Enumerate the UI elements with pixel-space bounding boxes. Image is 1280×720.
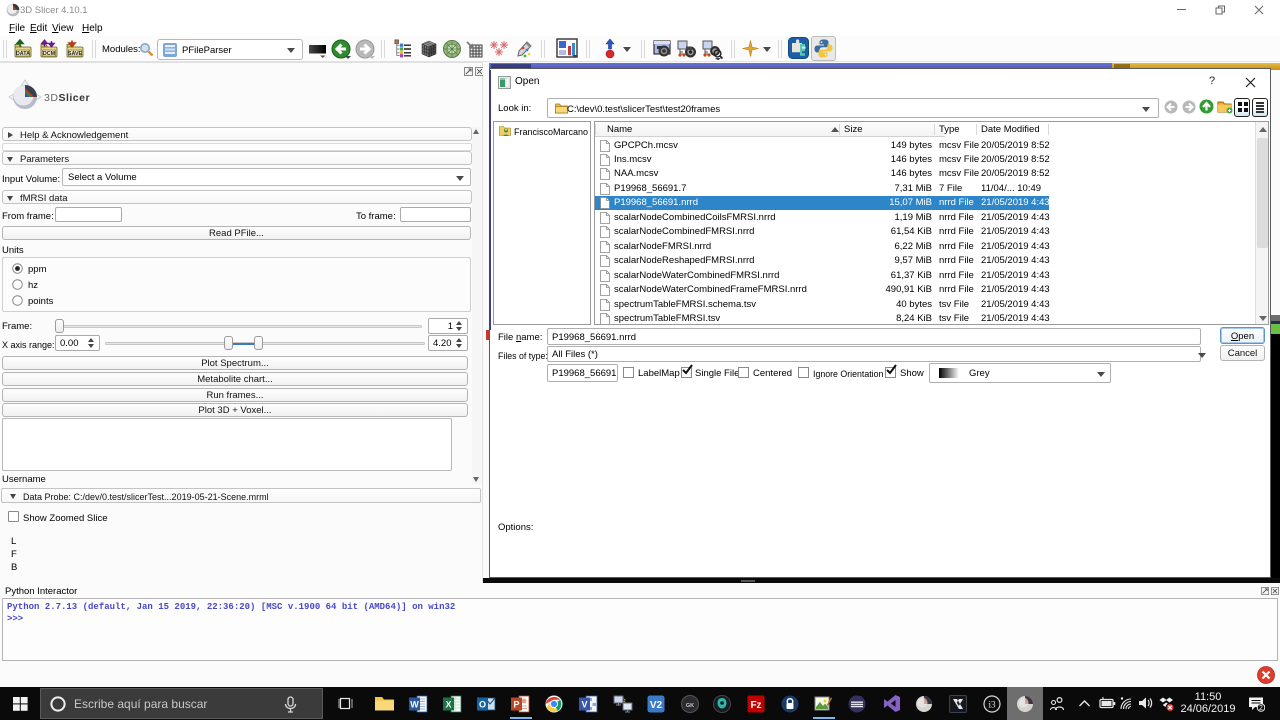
- svg-text:V2: V2: [650, 700, 663, 711]
- svg-text:O: O: [479, 700, 486, 710]
- svg-text:2: 2: [1259, 705, 1263, 712]
- svg-text:P: P: [513, 700, 519, 710]
- svg-text:DCM: DCM: [43, 51, 56, 57]
- svg-text:SAVE: SAVE: [68, 51, 83, 57]
- svg-text:Fz: Fz: [750, 700, 761, 711]
- svg-text:W: W: [410, 700, 419, 710]
- svg-text:V: V: [581, 700, 587, 710]
- svg-text:i3: i3: [988, 700, 996, 710]
- svg-text:GK: GK: [686, 703, 694, 709]
- svg-text:DATA: DATA: [16, 51, 30, 57]
- svg-text:X: X: [445, 700, 451, 710]
